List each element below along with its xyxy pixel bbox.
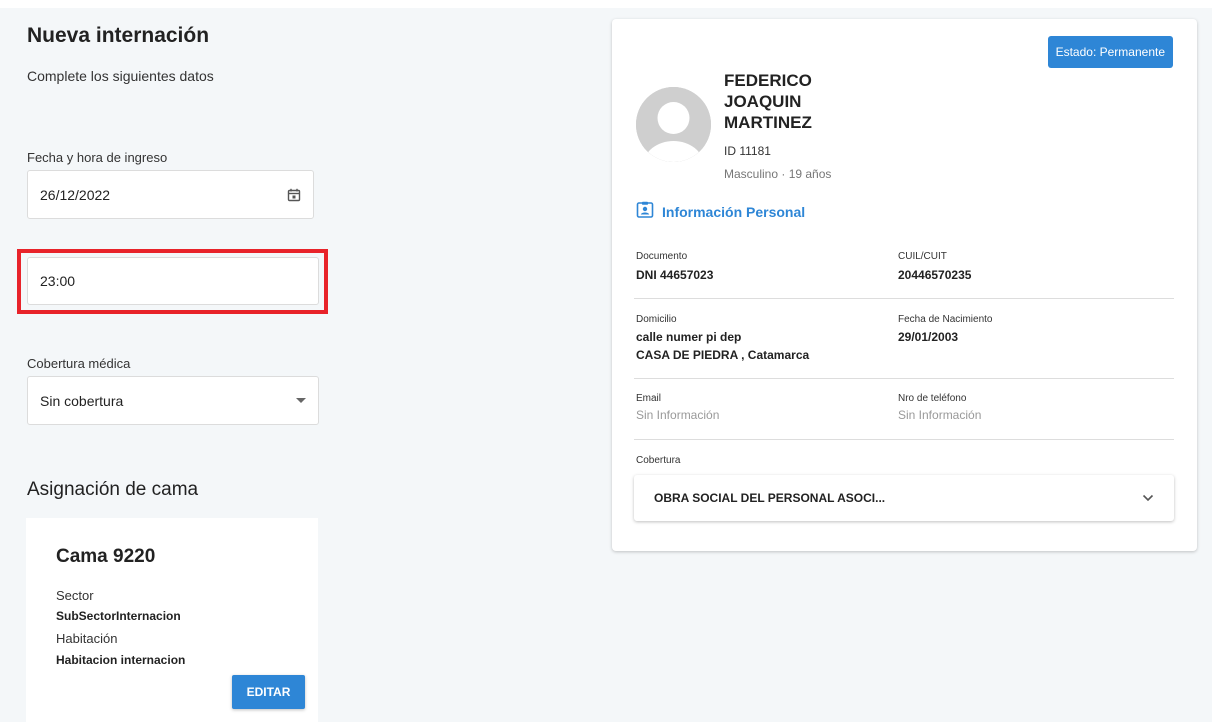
cuil-label: CUIL/CUIT	[898, 251, 947, 262]
person-placeholder-icon	[636, 87, 711, 162]
coverage-panel-title: OBRA SOCIAL DEL PERSONAL ASOCI...	[654, 491, 886, 505]
bed-title: Cama 9220	[56, 546, 156, 567]
edit-bed-button[interactable]: EDITAR	[232, 675, 305, 709]
bed-card: Cama 9220 Sector SubSectorInternacion Ha…	[26, 518, 318, 722]
page-title: Nueva internación	[27, 24, 210, 47]
top-strip	[0, 0, 1212, 8]
divider	[634, 298, 1174, 299]
patient-middle-name: JOAQUIN	[724, 92, 802, 111]
sector-label: Sector	[56, 588, 94, 603]
id-badge-icon	[636, 201, 654, 222]
dropdown-arrow-icon[interactable]	[296, 398, 306, 403]
patient-last-name: MARTINEZ	[724, 113, 812, 132]
patient-id: ID 11181	[724, 144, 771, 158]
status-button[interactable]: Estado: Permanente	[1047, 36, 1173, 68]
personal-info-header: Información Personal	[636, 201, 805, 222]
domicilio-line1: calle numer pi dep	[636, 330, 742, 344]
personal-info-title: Información Personal	[662, 203, 806, 220]
highlight-annotation	[17, 249, 328, 314]
admission-date-input[interactable]: 26/12/2022	[27, 170, 314, 219]
divider	[634, 378, 1174, 379]
domicilio-line2: CASA DE PIEDRA , Catamarca	[636, 348, 810, 362]
email-value: Sin Información	[636, 408, 720, 422]
coverage-select-value: Sin cobertura	[40, 392, 124, 409]
bed-section-title: Asignación de cama	[27, 479, 199, 500]
coverage-label: Cobertura médica	[27, 356, 131, 371]
patient-gender-age: Masculino · 19 años	[724, 167, 832, 181]
phone-value: Sin Información	[898, 408, 982, 422]
room-label: Habitación	[56, 631, 118, 646]
cobertura-label: Cobertura	[636, 455, 681, 466]
page-subtitle: Complete los siguientes datos	[27, 68, 214, 84]
chevron-down-icon[interactable]	[1142, 491, 1154, 505]
phone-label: Nro de teléfono	[898, 393, 967, 404]
sector-value: SubSectorInternacion	[56, 609, 181, 623]
admission-date-label: Fecha y hora de ingreso	[27, 150, 168, 165]
coverage-expansion-panel[interactable]: OBRA SOCIAL DEL PERSONAL ASOCI...	[634, 475, 1174, 521]
admission-date-value: 26/12/2022	[40, 186, 111, 203]
room-value: Habitacion internacion	[56, 653, 186, 667]
patient-card: Estado: Permanente FEDERICO JOAQUIN MART…	[612, 19, 1197, 551]
cuil-value: 20446570235	[898, 268, 972, 282]
coverage-select[interactable]: Sin cobertura	[27, 376, 319, 425]
patient-name: FEDERICO JOAQUIN MARTINEZ	[724, 70, 812, 133]
domicilio-label: Domicilio	[636, 314, 677, 325]
patient-first-name: FEDERICO	[724, 71, 812, 90]
birthdate-label: Fecha de Nacimiento	[898, 314, 993, 325]
documento-value: DNI 44657023	[636, 268, 714, 282]
email-label: Email	[636, 393, 662, 404]
birthdate-value: 29/01/2003	[898, 330, 959, 344]
calendar-icon[interactable]	[287, 188, 301, 202]
divider	[634, 439, 1174, 440]
documento-label: Documento	[636, 251, 688, 262]
